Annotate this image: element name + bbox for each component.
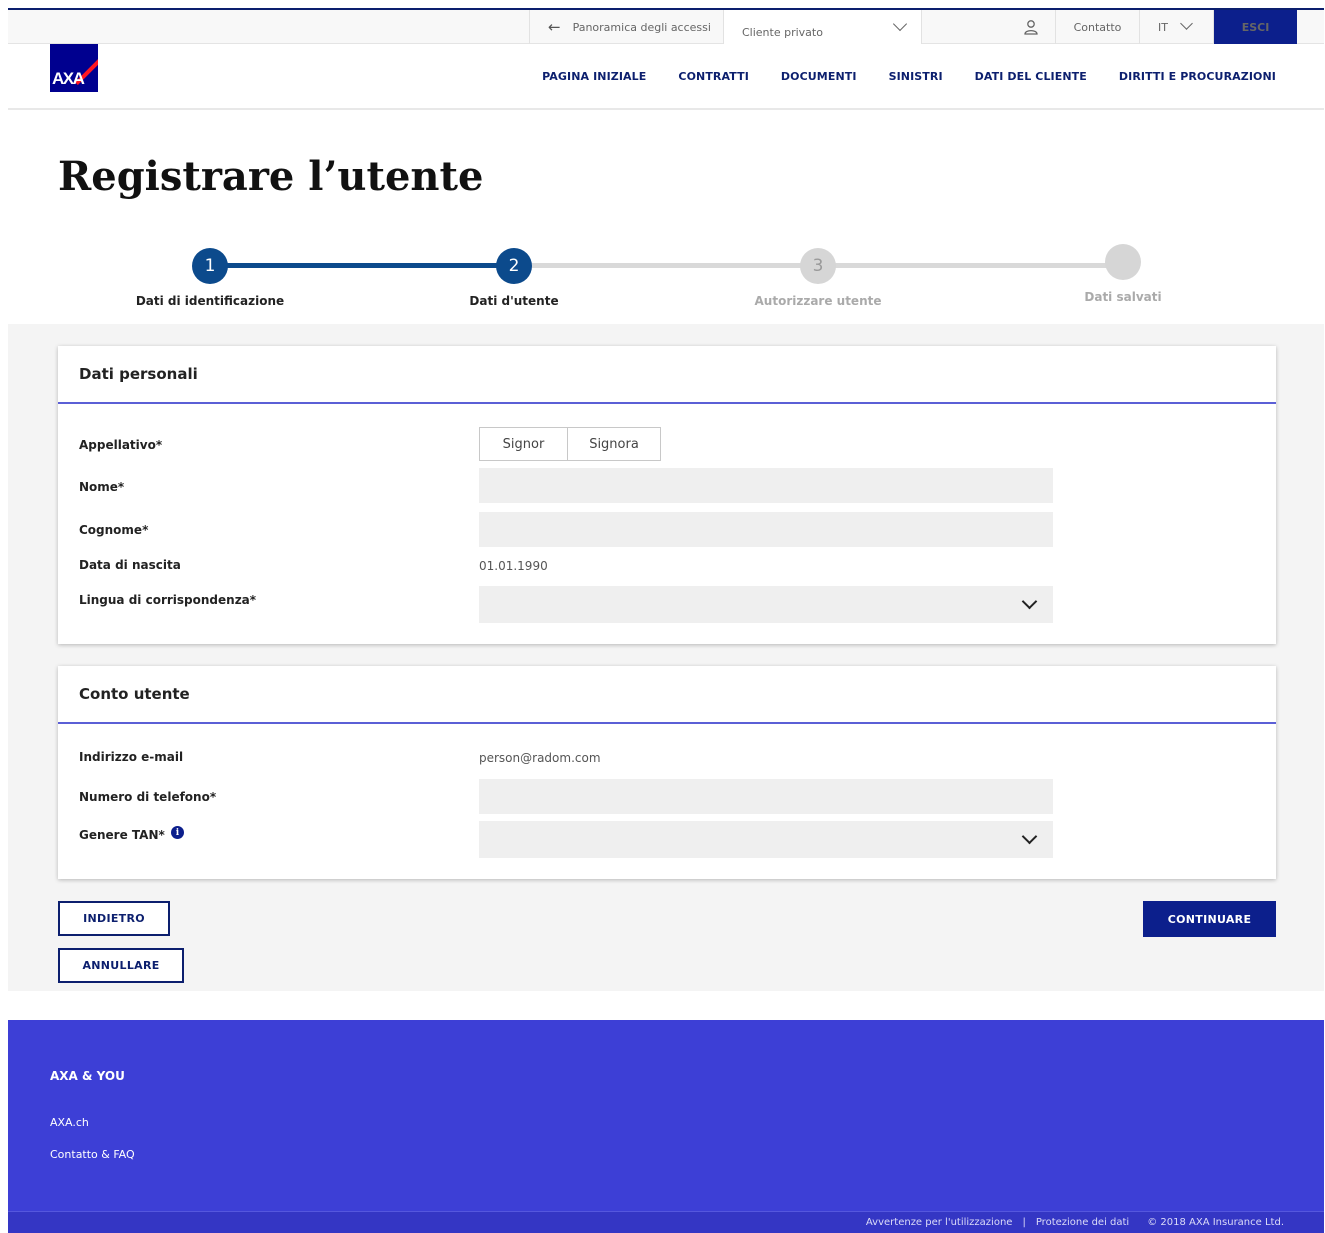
correspondence-language-label: Lingua di corrispondenza* <box>79 593 257 607</box>
step-1-label: Dati di identificazione <box>135 294 285 308</box>
page: ← Panoramica degli accessi Cliente priva… <box>8 8 1324 1233</box>
footer: AXA & YOU AXA.ch Contatto & FAQ Avverten… <box>8 1020 1324 1233</box>
birthdate-label: Data di nascita <box>79 558 181 572</box>
back-button[interactable]: INDIETRO <box>58 901 170 936</box>
first-name-input[interactable] <box>479 468 1053 503</box>
info-icon[interactable]: i <box>171 826 184 839</box>
utility-bar: ← Panoramica degli accessi Cliente priva… <box>8 8 1324 44</box>
step-3-dot: 3 <box>800 248 836 284</box>
salutation-toggle: Signor Signora <box>479 427 661 461</box>
step-2-label: Dati d'utente <box>469 294 559 308</box>
salutation-mr-button[interactable]: Signor <box>480 428 567 460</box>
salutation-mrs-button[interactable]: Signora <box>567 428 660 460</box>
personal-data-heading: Dati personali <box>58 346 1276 404</box>
footer-link-axa-ch[interactable]: AXA.ch <box>50 1116 89 1129</box>
language-select[interactable]: IT <box>1139 10 1213 44</box>
email-label: Indirizzo e-mail <box>79 750 184 764</box>
contact-link[interactable]: Contatto <box>1055 10 1139 44</box>
user-account-card: Conto utente Indirizzo e-mail person@rad… <box>58 666 1276 879</box>
client-select-value: Cliente privato <box>742 25 823 39</box>
user-account-heading: Conto utente <box>58 666 1276 724</box>
footer-separator: | <box>1022 1217 1026 1228</box>
footer-terms-link[interactable]: Avvertenze per l'utilizzazione <box>866 1217 1013 1228</box>
footer-link-contact-faq[interactable]: Contatto & FAQ <box>50 1148 135 1161</box>
phone-label: Numero di telefono* <box>79 790 217 804</box>
continue-button[interactable]: CONTINUARE <box>1143 901 1276 937</box>
last-name-label: Cognome* <box>79 523 149 537</box>
tan-type-label: Genere TAN* <box>79 828 165 842</box>
personal-data-card: Dati personali Appellativo* Signor Signo… <box>58 346 1276 644</box>
nav-contracts[interactable]: CONTRATTI <box>678 70 749 83</box>
user-profile-button[interactable] <box>921 10 1055 44</box>
birthdate-value: 01.01.1990 <box>479 559 548 573</box>
chevron-down-icon <box>1021 593 1038 610</box>
language-value: IT <box>1158 20 1168 34</box>
footer-legal-bar: Avvertenze per l'utilizzazione | Protezi… <box>8 1211 1324 1233</box>
step-3-label: Autorizzare utente <box>754 294 882 308</box>
salutation-label: Appellativo* <box>79 438 163 452</box>
axa-logo[interactable]: AXA <box>50 44 98 92</box>
cancel-button[interactable]: ANNULLARE <box>58 948 184 983</box>
step-2-dot: 2 <box>496 248 532 284</box>
stepper-line-done <box>210 263 514 268</box>
tan-type-select[interactable] <box>479 821 1053 858</box>
chevron-down-icon <box>892 16 908 32</box>
main-nav: PAGINA INIZIALE CONTRATTI DOCUMENTI SINI… <box>542 70 1276 83</box>
chevron-down-icon <box>1021 828 1038 845</box>
nav-claims[interactable]: SINISTRI <box>889 70 943 83</box>
nav-home[interactable]: PAGINA INIZIALE <box>542 70 646 83</box>
footer-privacy-link[interactable]: Protezione dei dati <box>1036 1217 1129 1228</box>
first-name-label: Nome* <box>79 480 125 494</box>
nav-documents[interactable]: DOCUMENTI <box>781 70 857 83</box>
phone-input[interactable] <box>479 779 1053 814</box>
page-title: Registrare l’utente <box>58 153 484 200</box>
logins-overview-label: Panoramica degli accessi <box>572 20 711 34</box>
correspondence-language-select[interactable] <box>479 586 1053 623</box>
form-area: Dati personali Appellativo* Signor Signo… <box>8 324 1324 991</box>
main-header: AXA PAGINA INIZIALE CONTRATTI DOCUMENTI … <box>8 44 1324 110</box>
logins-overview-link[interactable]: ← Panoramica degli accessi <box>529 10 723 44</box>
step-4-dot <box>1105 244 1141 280</box>
client-select[interactable]: Cliente privato <box>723 10 921 44</box>
arrow-left-icon: ← <box>548 17 561 36</box>
step-1-dot: 1 <box>192 248 228 284</box>
progress-stepper: 1 2 3 Dati di identificazione Dati d'ute… <box>8 244 1324 324</box>
nav-customer-data[interactable]: DATI DEL CLIENTE <box>975 70 1087 83</box>
step-4-label: Dati salvati <box>1084 290 1162 304</box>
footer-legal-links: Avvertenze per l'utilizzazione | Protezi… <box>866 1217 1284 1228</box>
footer-heading: AXA & YOU <box>50 1069 125 1083</box>
user-icon <box>1024 20 1038 35</box>
chevron-down-icon <box>1180 17 1193 30</box>
logout-button[interactable]: ESCI <box>1213 10 1297 44</box>
last-name-input[interactable] <box>479 512 1053 547</box>
footer-copyright: © 2018 AXA Insurance Ltd. <box>1147 1217 1284 1228</box>
logo-text: AXA <box>52 69 85 88</box>
nav-rights[interactable]: DIRITTI E PROCURAZIONI <box>1119 70 1276 83</box>
email-value: person@radom.com <box>479 751 601 765</box>
